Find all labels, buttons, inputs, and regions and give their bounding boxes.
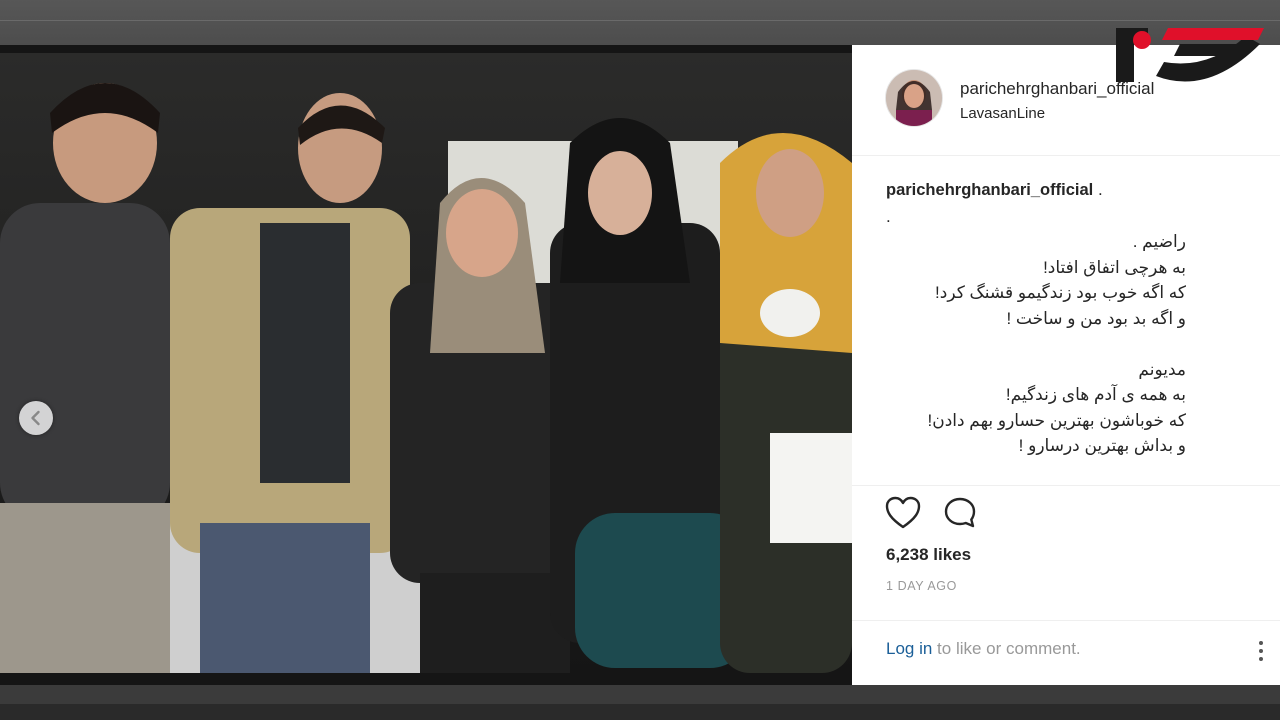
- post-side-panel: parichehrghanbari_official LavasanLine p…: [852, 45, 1280, 685]
- caption-line: که خوباشون بهترین حسارو بهم دادن!: [927, 410, 1186, 430]
- caption-line: که اگه خوب بود زندگیمو قشنگ کرد!: [935, 283, 1186, 303]
- avatar[interactable]: [886, 70, 942, 126]
- post-actions: 6,238 likes 1 DAY AGO: [852, 485, 1280, 621]
- post-timestamp[interactable]: 1 DAY AGO: [886, 579, 957, 593]
- heart-outline-icon: [885, 496, 921, 529]
- chevron-left-icon: [31, 410, 40, 426]
- browser-bottom-bar: [0, 685, 1280, 720]
- caption-line: به همه ی آدم های زندگیم!: [1005, 385, 1186, 405]
- login-prompt: Log in to like or comment.: [886, 639, 1081, 659]
- caption-line: .: [886, 206, 891, 226]
- caption-head-suffix: .: [1093, 180, 1103, 199]
- caption-line: به هرچی اتفاق افتاد!: [1043, 257, 1186, 277]
- site-logo: [1108, 18, 1268, 92]
- caption-line: راضیم .: [1132, 232, 1186, 252]
- post-caption: parichehrghanbari_official . . راضیم . به …: [886, 177, 1186, 459]
- comment-bubble-icon: [944, 497, 976, 528]
- carousel-prev-button[interactable]: [19, 401, 53, 435]
- caption-line: و اگه بد بود من و ساخت !: [1006, 308, 1186, 328]
- more-options-icon[interactable]: [1259, 641, 1263, 665]
- post-photo: [0, 53, 852, 673]
- login-row: Log in to like or comment.: [852, 620, 1280, 686]
- browser-top-bar: [0, 0, 1280, 45]
- caption-line: و بداش بهترین درسارو !: [1018, 436, 1186, 456]
- caption-username[interactable]: parichehrghanbari_official: [886, 181, 1093, 199]
- login-link[interactable]: Log in: [886, 639, 932, 658]
- likes-count[interactable]: 6,238 likes: [886, 545, 971, 565]
- post-location[interactable]: LavasanLine: [960, 105, 1045, 122]
- like-button[interactable]: [885, 496, 921, 535]
- login-prompt-text: to like or comment.: [932, 639, 1081, 658]
- caption-line: مدیونم: [1138, 359, 1186, 379]
- comment-button[interactable]: [943, 496, 977, 535]
